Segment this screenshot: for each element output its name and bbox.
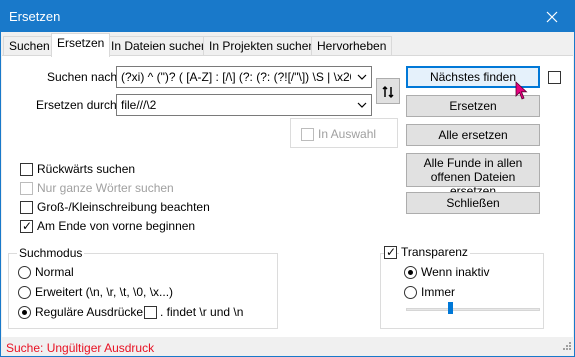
radio-selected-dot — [408, 270, 413, 275]
transparency-when-inactive-label: Wenn inaktiv — [421, 265, 490, 279]
in-selection-checkbox[interactable] — [301, 128, 314, 141]
dot-matches-newline-checkbox[interactable] — [144, 306, 157, 319]
window-title: Ersetzen — [9, 9, 61, 24]
transparency-slider-track[interactable] — [406, 308, 540, 311]
checkmark-icon: ✓ — [22, 219, 33, 233]
checkmark-icon: ✓ — [386, 245, 397, 259]
swap-button[interactable] — [376, 78, 400, 104]
whole-word-label: Nur ganze Wörter suchen — [37, 181, 174, 195]
mode-normal-radio[interactable] — [18, 266, 31, 279]
backward-search-label: Rückwärts suchen — [37, 162, 136, 176]
radio-selected-dot — [22, 310, 27, 315]
swap-arrows-icon — [382, 84, 394, 98]
chevron-down-icon[interactable] — [357, 71, 367, 85]
mode-regex-radio[interactable] — [18, 306, 31, 319]
transparency-slider-thumb[interactable] — [448, 302, 453, 314]
tab-ersetzen[interactable]: Ersetzen — [51, 33, 111, 57]
replace-value: file///\2 — [121, 98, 157, 112]
tab-in-projekten-suchen[interactable]: In Projekten suchen — [203, 36, 322, 56]
transparency-checkbox[interactable]: ✓ — [384, 245, 397, 259]
transparency-always-radio[interactable] — [404, 286, 417, 299]
search-mode-title: Suchmodus — [17, 246, 85, 260]
transparency-title: Transparenz — [399, 245, 470, 259]
match-case-label: Groß-/Kleinschreibung beachten — [37, 200, 210, 214]
close-icon[interactable] — [529, 1, 574, 32]
wrap-around-label: Am Ende von vorne beginnen — [37, 219, 196, 233]
dot-matches-newline-label: . findet \r und \n — [160, 305, 244, 319]
resize-grip-icon[interactable] — [562, 340, 572, 354]
find-next-extra-checkbox[interactable] — [548, 71, 561, 84]
close-button[interactable]: Schließen — [406, 192, 540, 214]
replace-all-open-files-button[interactable]: Alle Funde in allen offenen Dateien erse… — [406, 153, 540, 198]
mode-extended-radio[interactable] — [18, 286, 31, 299]
backward-search-checkbox[interactable] — [20, 163, 33, 176]
mode-normal-label: Normal — [35, 265, 74, 279]
tab-suchen[interactable]: Suchen — [3, 36, 56, 56]
mode-regex-label: Reguläre Ausdrücke — [35, 305, 144, 319]
chevron-down-icon[interactable] — [357, 99, 367, 113]
search-input[interactable]: (?xi) ^ (")? ( [A-Z] : [/\] (?: (?: (?![… — [116, 66, 372, 88]
dialog-window: Ersetzen Suchen Ersetzen In Dateien such… — [0, 0, 575, 357]
tab-in-dateien-suchen[interactable]: In Dateien suchen — [105, 36, 214, 56]
search-label: Suchen nach: — [47, 70, 121, 84]
tab-bar: Suchen Ersetzen In Dateien suchen In Pro… — [1, 32, 574, 57]
tab-panel: Suchen nach: (?xi) ^ (")? ( [A-Z] : [/\]… — [2, 55, 573, 337]
transparency-always-label: Immer — [421, 285, 455, 299]
transparency-when-inactive-radio[interactable] — [404, 266, 417, 279]
wrap-around-checkbox[interactable]: ✓ — [20, 219, 33, 233]
match-case-checkbox[interactable] — [20, 201, 33, 214]
replace-all-button[interactable]: Alle ersetzen — [406, 124, 540, 146]
replace-label: Ersetzen durch: — [36, 98, 121, 112]
mouse-cursor-icon — [515, 81, 528, 100]
mode-extended-label: Erweitert (\n, \r, \t, \0, \x...) — [35, 285, 174, 299]
search-value: (?xi) ^ (")? ( [A-Z] : [/\] (?: (?: (?![… — [121, 70, 351, 84]
in-selection-label: In Auswahl — [318, 127, 377, 141]
title-bar: Ersetzen — [1, 1, 574, 32]
whole-word-checkbox[interactable] — [20, 182, 33, 195]
status-text: Suche: Ungültiger Ausdruck — [6, 341, 155, 355]
replace-input[interactable]: file///\2 — [116, 94, 372, 116]
tab-hervorheben[interactable]: Hervorheben — [311, 36, 393, 56]
